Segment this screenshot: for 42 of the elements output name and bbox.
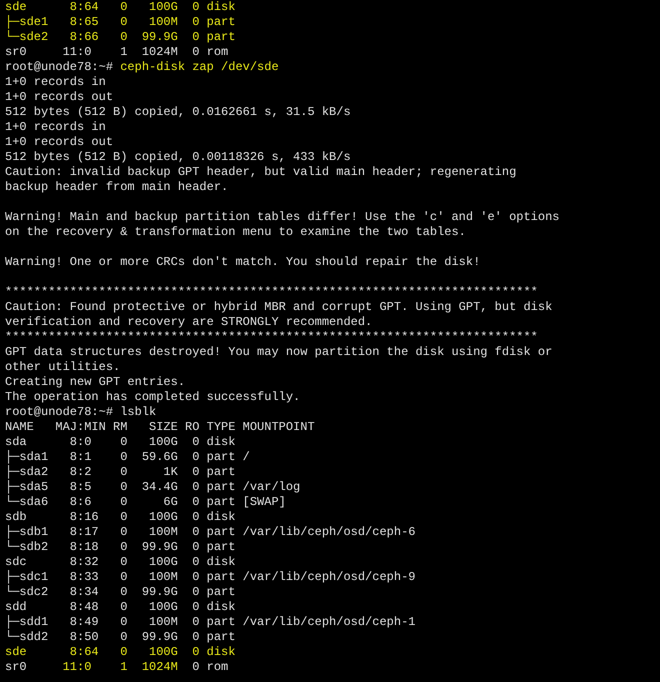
output-line: sde 8:64 0 100G 0 disk: [5, 0, 236, 15]
output-line: backup header from main header.: [5, 180, 228, 195]
output-line: sde 8:64 0 100G 0 disk: [5, 645, 236, 660]
output-line: GPT data structures destroyed! You may now partition the disk using fdisk or: [5, 345, 552, 360]
output-line: **************************************************************************: [5, 285, 538, 300]
output-line: sr0 11:0 1 1024M 0 rom: [5, 660, 228, 675]
output-line: └─sde2 8:66 0 99.9G 0 part: [5, 30, 236, 45]
output-line: ├─sdb1 8:17 0 100M 0 part /var/lib/ceph/osd/ceph-6: [5, 525, 416, 540]
output-line: ├─sda5 8:5 0 34.4G 0 part /var/log: [5, 480, 300, 495]
output-line: sr0 11:0 1 1024M 0 rom: [5, 45, 228, 60]
output-line: └─sda6 8:6 0 6G 0 part [SWAP]: [5, 495, 286, 510]
output-line: Warning! Main and backup partition tables differ! Use the 'c' and 'e' options: [5, 210, 560, 225]
output-line: └─sdc2 8:34 0 99.9G 0 part: [5, 585, 236, 600]
command-prompt-line: root@unode78:~# ceph-disk zap /dev/sde: [5, 60, 279, 75]
output-line: 1+0 records in: [5, 75, 106, 90]
output-line: 1+0 records out: [5, 90, 114, 105]
output-line: ├─sda2 8:2 0 1K 0 part: [5, 465, 236, 480]
output-line: NAME MAJ:MIN RM SIZE RO TYPE MOUNTPOINT: [5, 420, 315, 435]
output-line: ├─sdd1 8:49 0 100M 0 part /var/lib/ceph/osd/ceph-1: [5, 615, 416, 630]
output-line: 1+0 records out: [5, 135, 114, 150]
output-line: Caution: invalid backup GPT header, but valid main header; regenerating: [5, 165, 516, 180]
output-line: verification and recovery are STRONGLY recommended.: [5, 315, 372, 330]
output-line: ├─sde1 8:65 0 100M 0 part: [5, 15, 236, 30]
output-line: ├─sda1 8:1 0 59.6G 0 part /: [5, 450, 250, 465]
output-line: sdd 8:48 0 100G 0 disk: [5, 600, 236, 615]
output-line: Warning! One or more CRCs don't match. You should repair the disk!: [5, 255, 480, 270]
output-line: sdc 8:32 0 100G 0 disk: [5, 555, 236, 570]
output-line: ├─sdc1 8:33 0 100M 0 part /var/lib/ceph/osd/ceph-9: [5, 570, 416, 585]
output-line: Creating new GPT entries.: [5, 375, 186, 390]
output-line: Caution: Found protective or hybrid MBR and corrupt GPT. Using GPT, but disk: [5, 300, 552, 315]
output-line: └─sdb2 8:18 0 99.9G 0 part: [5, 540, 236, 555]
output-line: 512 bytes (512 B) copied, 0.0162661 s, 31.5 kB/s: [5, 105, 351, 120]
output-line: sda 8:0 0 100G 0 disk: [5, 435, 236, 450]
output-line: sdb 8:16 0 100G 0 disk: [5, 510, 236, 525]
output-line: The operation has completed successfully.: [5, 390, 300, 405]
output-line: 512 bytes (512 B) copied, 0.00118326 s, 433 kB/s: [5, 150, 351, 165]
command-prompt-line: root@unode78:~# lsblk: [5, 405, 156, 420]
output-line: **************************************************************************: [5, 330, 538, 345]
output-line: 1+0 records in: [5, 120, 106, 135]
output-line: on the recovery & transformation menu to examine the two tables.: [5, 225, 466, 240]
output-line: other utilities.: [5, 360, 120, 375]
output-line: └─sdd2 8:50 0 99.9G 0 part: [5, 630, 236, 645]
